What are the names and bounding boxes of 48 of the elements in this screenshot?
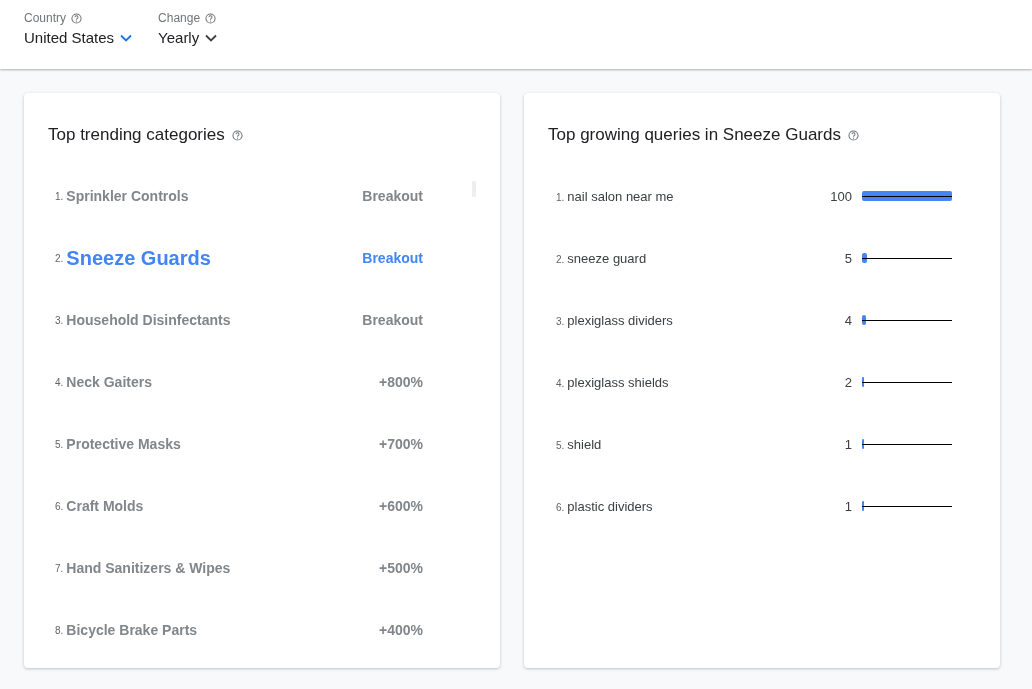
help-icon[interactable] bbox=[71, 12, 83, 24]
change-value: +600% bbox=[379, 498, 423, 514]
card-title: Top growing queries in Sneeze Guards bbox=[548, 125, 841, 145]
help-icon[interactable] bbox=[205, 12, 217, 24]
query-text: 1. nail salon near me bbox=[556, 188, 675, 204]
category-name[interactable]: Protective Masks bbox=[66, 436, 181, 452]
query-value: 100 bbox=[829, 188, 852, 204]
change-value: Breakout bbox=[362, 250, 423, 266]
filter-dropdown[interactable]: United States bbox=[24, 29, 133, 46]
change-value: +800% bbox=[379, 374, 423, 390]
query-value: 2 bbox=[843, 374, 852, 390]
query-text: 3. plexiglass dividers bbox=[556, 312, 674, 328]
query-value: 1 bbox=[843, 498, 852, 514]
filter-dropdown[interactable]: Yearly bbox=[158, 29, 218, 46]
rank-number: 3. bbox=[55, 314, 64, 326]
query-text: 4. plexiglass shields bbox=[556, 374, 670, 390]
query-value: 4 bbox=[843, 312, 852, 328]
category-name[interactable]: Sneeze Guards bbox=[66, 246, 211, 270]
category-name[interactable]: Neck Gaiters bbox=[66, 374, 152, 390]
rank-number: 1. bbox=[55, 190, 64, 202]
rank-number: 2. bbox=[55, 252, 64, 264]
query-value: 5 bbox=[843, 250, 852, 266]
chevron-down-icon bbox=[120, 33, 133, 42]
query-value: 1 bbox=[843, 436, 852, 452]
chevron-down-icon bbox=[205, 33, 218, 42]
category-name[interactable]: Bicycle Brake Parts bbox=[66, 622, 198, 638]
query-text: 5. shield bbox=[556, 436, 603, 452]
query-text: 6. plastic dividers bbox=[556, 498, 654, 514]
change-value: Breakout bbox=[362, 188, 423, 204]
filter-label: Country bbox=[24, 11, 67, 25]
help-icon[interactable] bbox=[231, 129, 243, 141]
card-title: Top trending categories bbox=[48, 125, 225, 145]
change-value: +400% bbox=[379, 622, 423, 638]
change-value: +500% bbox=[379, 560, 423, 576]
query-text: 2. sneeze guard bbox=[556, 250, 648, 266]
rank-number: 5. bbox=[55, 438, 64, 450]
rank-number: 8. bbox=[55, 624, 64, 636]
help-icon[interactable] bbox=[847, 129, 859, 141]
rank-number: 4. bbox=[55, 376, 64, 388]
category-name[interactable]: Sprinkler Controls bbox=[66, 188, 189, 204]
category-name[interactable]: Household Disinfectants bbox=[66, 312, 231, 328]
category-name[interactable]: Hand Sanitizers & Wipes bbox=[66, 560, 231, 576]
change-value: +700% bbox=[379, 436, 423, 452]
rank-number: 6. bbox=[55, 500, 64, 512]
change-value: Breakout bbox=[362, 312, 423, 328]
filter-label: Change bbox=[158, 11, 201, 25]
rank-number: 7. bbox=[55, 562, 64, 574]
category-name[interactable]: Craft Molds bbox=[66, 498, 144, 514]
